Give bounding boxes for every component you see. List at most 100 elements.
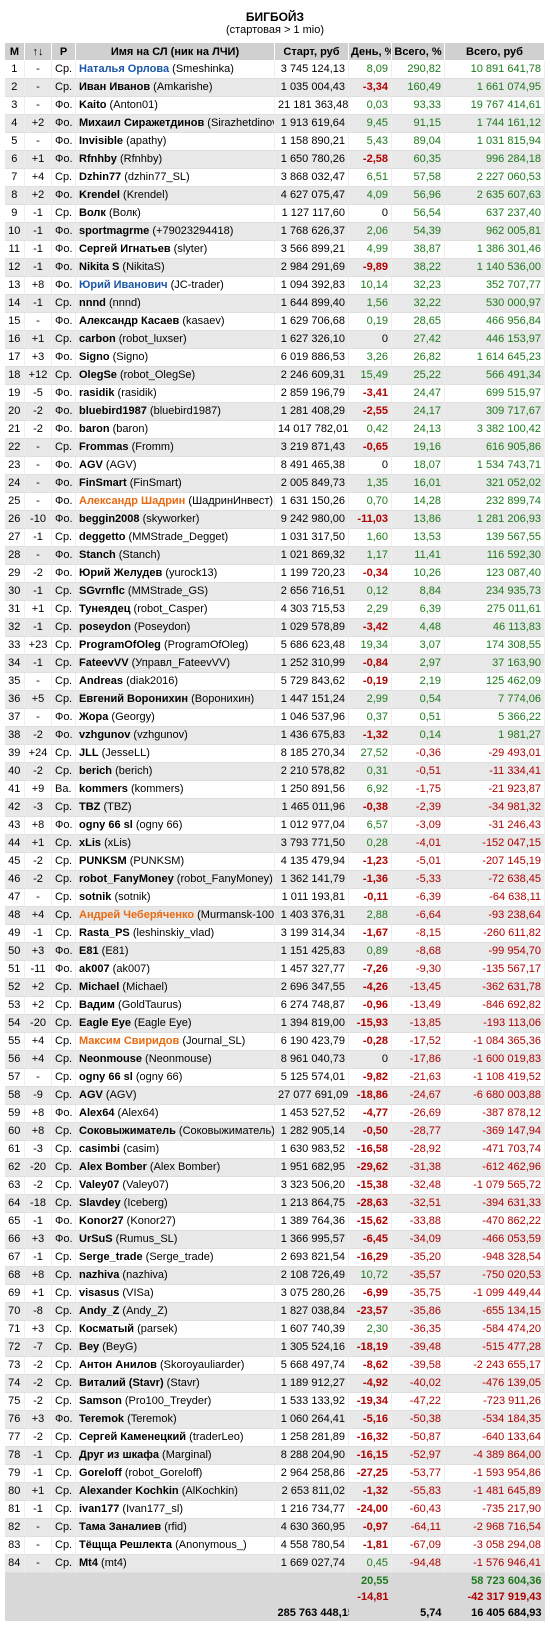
rank-cell: 76 (4, 1410, 25, 1429)
participant-name: nnnd (79, 297, 106, 309)
rank-cell: 21 (4, 420, 25, 439)
day-pct-cell: 10,14 (348, 276, 392, 295)
nick-paren: ) (137, 297, 141, 309)
nick-paren: ) (244, 639, 249, 651)
table-row: 30 -1 Ср. SGvrnflc (MMStrade_GS) 2 656 716,5… (4, 582, 545, 601)
total-pct-cell: -35,57 (391, 1266, 445, 1285)
nick-paren: ) (173, 1323, 178, 1335)
participant-nick: GoldTaurus (121, 999, 178, 1011)
day-pct-cell: -7,26 (348, 960, 392, 979)
participant-name: Жора (79, 711, 109, 723)
table-row: 82- Ср. Тама Заналиев (rfid) 4 630 360,95 -0… (4, 1518, 545, 1537)
position-change-cell: +3 (24, 1230, 52, 1249)
nick-paren: ) (191, 369, 196, 381)
market-cell: Ср. (51, 1014, 76, 1033)
start-capital-cell: 1 094 392,83 (274, 276, 349, 295)
total-pct-cell: 19,16 (391, 438, 445, 457)
start-capital-cell: 1 305 524,16 (274, 1338, 349, 1357)
market-cell: Ср. (51, 996, 76, 1015)
table-row: 19 -5 Фо. rasidik (rasidik) 2 859 196,79 -3,4… (4, 384, 545, 403)
position-change-cell: -20 (24, 1014, 52, 1033)
day-pct-cell: -1,67 (348, 924, 392, 943)
position-change-cell: -1 (24, 1500, 52, 1519)
nick-paren: ) (230, 63, 234, 75)
table-row: 41 +9 Ва. kommers (kommers) 1 250 891,56 6,92… (4, 780, 545, 799)
participant-nick: leshinskiy_vlad (136, 927, 211, 939)
market-cell: Фо. (51, 942, 76, 961)
total-rub-cell: 139 567,55 (444, 528, 545, 547)
participant-name-cell: Bey (BeyG) (75, 1338, 275, 1357)
start-capital-cell: 2 005 849,73 (274, 474, 349, 493)
rank-cell: 59 (4, 1104, 25, 1123)
participant-name: Mt4 (79, 1557, 98, 1569)
total-rub-cell: 530 000,97 (444, 294, 545, 313)
market-cell: Фо. (51, 564, 76, 583)
nick-paren: ( (188, 693, 195, 705)
day-pct-cell: -3,42 (348, 618, 392, 637)
nick-paren: ) (137, 207, 141, 219)
table-row: 4 +2 Фо. Михаил Сиражетдинов (Sirazhetdinov… (4, 114, 545, 133)
position-change-cell: +3 (24, 1410, 52, 1429)
participant-name: Михаил Сиражетдинов (79, 117, 205, 129)
rank-cell: 43 (4, 816, 25, 835)
nick-paren: ( (102, 459, 110, 471)
day-pct-cell: -19,34 (348, 1392, 392, 1411)
day-pct-cell: 0,42 (348, 420, 392, 439)
total-pct-cell: 16,01 (391, 474, 445, 493)
total-pct-cell: -24,67 (391, 1086, 445, 1105)
position-change-cell: -1 (24, 924, 52, 943)
position-change-cell: - (24, 1068, 52, 1087)
start-capital-cell: 2 246 609,31 (274, 366, 349, 385)
day-pct-cell: 0,12 (348, 582, 392, 601)
start-capital-cell: 1 029 578,89 (274, 618, 349, 637)
nick-paren: ) (164, 1305, 168, 1317)
position-change-cell: -1 (24, 240, 52, 259)
table-row: 59 +8 Фо. Alex64 (Alex64) 1 453 527,52 -4,77-… (4, 1104, 545, 1123)
participant-nick: E81 (105, 945, 125, 957)
market-cell: Фо. (51, 276, 76, 295)
nick-paren: ( (159, 1449, 166, 1461)
table-row: 9 -1 Ср. Волк (Волк) 1 127 117,60 0 56,54 637 2… (4, 204, 545, 223)
day-pct-cell: -0,97 (348, 1518, 392, 1537)
participant-name-cell: Косматый (parsek) (75, 1320, 275, 1339)
total-rub-cell: -3 058 294,08 (444, 1536, 545, 1555)
start-capital-cell: 4 558 780,54 (274, 1536, 349, 1555)
participant-name-cell: kommers (kommers) (75, 780, 275, 799)
totals-total-rub: 16 405 684,93 (444, 1605, 545, 1621)
start-capital-cell: 5 668 497,74 (274, 1356, 349, 1375)
nick-paren: ) (269, 873, 273, 885)
position-change-cell: -2 (24, 1176, 52, 1195)
market-cell: Ср. (51, 654, 76, 673)
nick-paren: ( (172, 1539, 179, 1551)
market-cell: Фо. (51, 312, 76, 331)
nick-paren: ( (116, 153, 124, 165)
participant-nick: Управл_FateevVV (135, 657, 227, 669)
participant-name-cell: Serge_trade (Serge_trade) (75, 1248, 275, 1267)
participant-name: Frommas (79, 441, 129, 453)
position-change-cell: +9 (24, 780, 52, 799)
total-rub-cell: -1 600 019,83 (444, 1050, 545, 1069)
participant-name: Юрий Иванович (79, 279, 168, 291)
market-cell: Ср. (51, 1482, 76, 1501)
rank-cell: 52 (4, 978, 25, 997)
start-capital-cell: 4 630 360,95 (274, 1518, 349, 1537)
start-capital-cell: 9 242 980,00 (274, 510, 349, 529)
participant-nick: Fromm (135, 441, 171, 453)
position-change-cell: +1 (24, 834, 52, 853)
day-pct-cell: 2,30 (348, 1320, 392, 1339)
table-row: 18 +12 Ср. OlegSe (robot_OlegSe) 2 246 609,3… (4, 366, 545, 385)
rank-cell: 65 (4, 1212, 25, 1231)
market-cell: Ср. (51, 852, 76, 871)
page-header: БИГБОЙЗ (стартовая > 1 mio) (0, 0, 550, 42)
market-cell: Фо. (51, 420, 76, 439)
table-row: 10 -1 Фо. sportmagrme (+79023294418) 1 768 6… (4, 222, 545, 241)
participant-name-cell: rasidik (rasidik) (75, 384, 275, 403)
day-pct-cell: -1,32 (348, 726, 392, 745)
rank-cell: 74 (4, 1374, 25, 1393)
day-pct-cell: -1,81 (348, 1536, 392, 1555)
rank-cell: 19 (4, 384, 25, 403)
rank-cell: 53 (4, 996, 25, 1015)
total-rub-cell: 962 005,81 (444, 222, 545, 241)
total-rub-cell: -466 053,59 (444, 1230, 545, 1249)
total-pct-cell: 54,39 (391, 222, 445, 241)
